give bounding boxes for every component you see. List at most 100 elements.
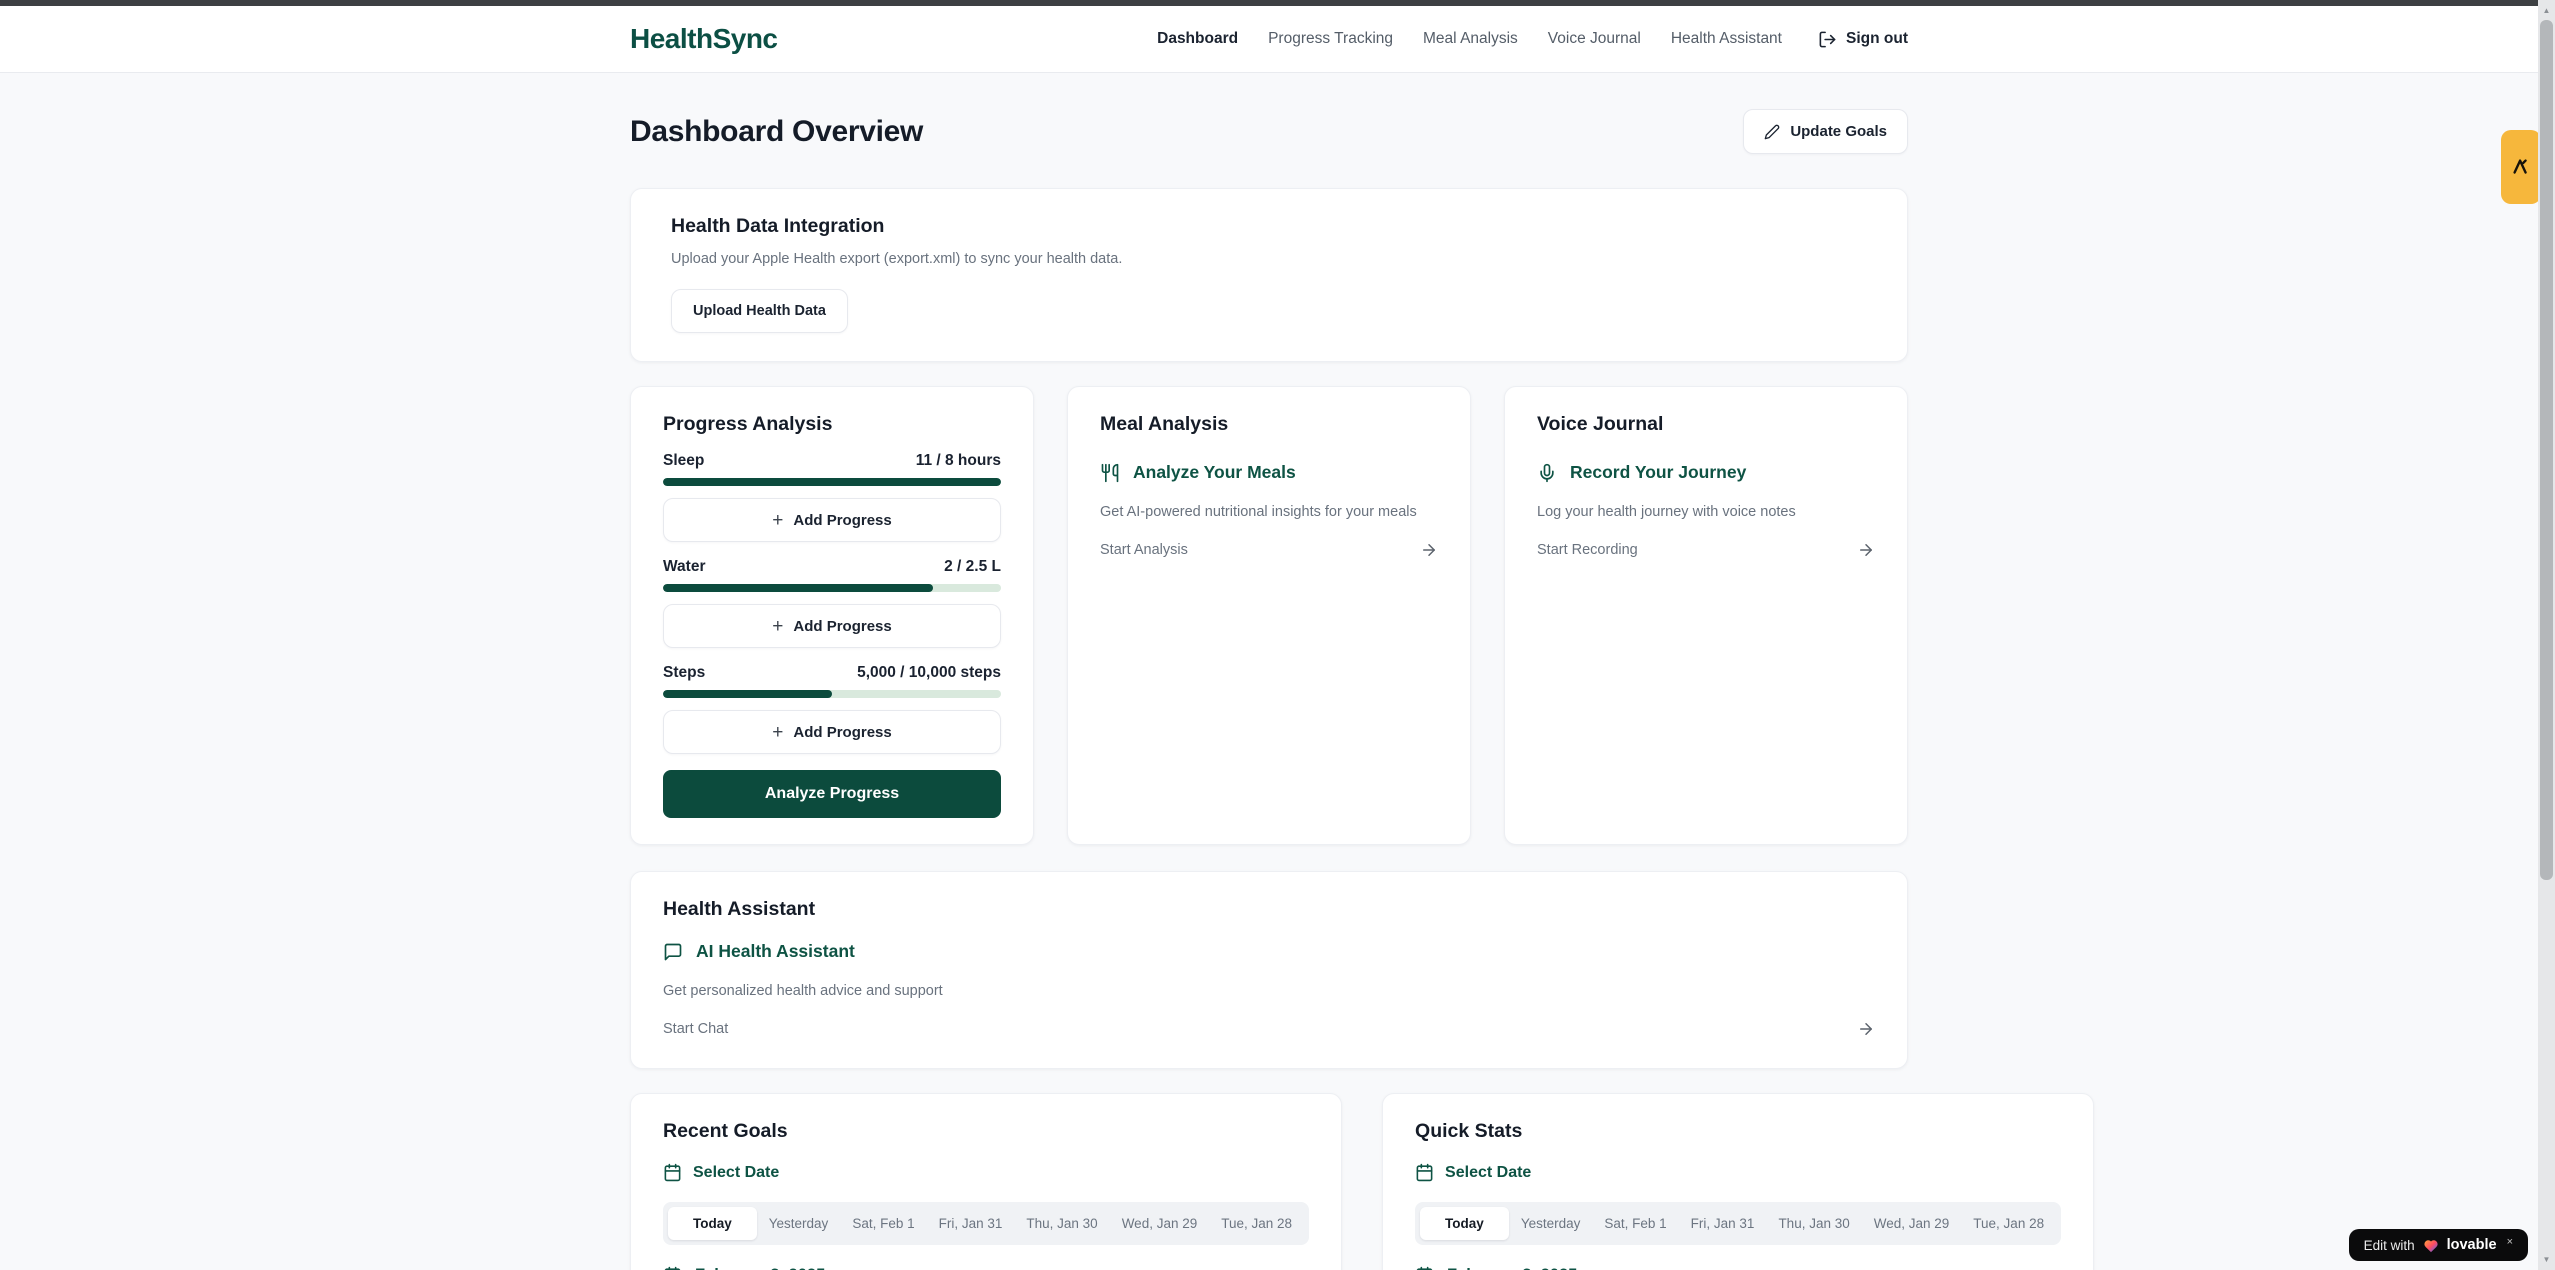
start-analysis-label: Start Analysis <box>1100 542 1188 558</box>
analyze-your-meals-link[interactable]: Analyze Your Meals <box>1100 462 1438 483</box>
voice-description: Log your health journey with voice notes <box>1537 504 1875 520</box>
date-tab-today[interactable]: Today <box>1420 1207 1509 1240</box>
goal-steps: Steps 5,000 / 10,000 steps + Add Progres… <box>663 664 1001 754</box>
date-tab-wed-jan-29[interactable]: Wed, Jan 29 <box>1862 1207 1962 1240</box>
add-progress-label: Add Progress <box>793 512 891 529</box>
date-tab-wed-jan-29[interactable]: Wed, Jan 29 <box>1110 1207 1210 1240</box>
analyze-progress-button[interactable]: Analyze Progress <box>663 770 1001 818</box>
page-title: Dashboard Overview <box>630 115 923 149</box>
start-recording-label: Start Recording <box>1537 542 1638 558</box>
heart-gradient-icon <box>2423 1238 2439 1253</box>
vertical-scrollbar[interactable]: ▲ ▼ <box>2538 0 2555 1270</box>
scrollbar-up-arrow[interactable]: ▲ <box>2538 2 2555 19</box>
plus-icon: + <box>772 511 783 530</box>
add-progress-sleep-button[interactable]: + Add Progress <box>663 498 1001 542</box>
voice-journal-card: Voice Journal Record Your Journey Log yo… <box>1504 386 1908 845</box>
ai-health-assistant-link[interactable]: AI Health Assistant <box>663 941 1875 962</box>
goal-sleep-progressbar <box>663 478 1001 486</box>
date-tab-sat-feb-1[interactable]: Sat, Feb 1 <box>1592 1207 1678 1240</box>
progress-analysis-card: Progress Analysis Sleep 11 / 8 hours + A… <box>630 386 1034 845</box>
calendar-icon <box>663 1266 682 1270</box>
goal-sleep: Sleep 11 / 8 hours + Add Progress <box>663 452 1001 542</box>
calendar-icon <box>1415 1163 1434 1182</box>
scrollbar-down-arrow[interactable]: ▼ <box>2538 1251 2555 1268</box>
date-tab-thu-jan-30[interactable]: Thu, Jan 30 <box>1766 1207 1861 1240</box>
voice-title: Voice Journal <box>1537 413 1875 436</box>
goal-water-value: 2 / 2.5 L <box>944 558 1001 576</box>
floating-widget-button[interactable] <box>2501 130 2541 204</box>
record-your-journey-link[interactable]: Record Your Journey <box>1537 462 1875 483</box>
plus-icon: + <box>772 723 783 742</box>
current-date-label: February 3, 2025 <box>695 1266 825 1270</box>
add-progress-water-button[interactable]: + Add Progress <box>663 604 1001 648</box>
goal-sleep-value: 11 / 8 hours <box>916 452 1001 470</box>
goal-water-progressbar <box>663 584 1001 592</box>
recent-goals-card: Recent Goals Select Date Today Yesterday <box>630 1093 1342 1270</box>
add-progress-label: Add Progress <box>793 618 891 635</box>
calendar-icon <box>1415 1266 1434 1270</box>
start-chat-label: Start Chat <box>663 1021 728 1037</box>
analyze-your-meals-label: Analyze Your Meals <box>1133 462 1296 483</box>
quick-stats-date-tabs: Today Yesterday Sat, Feb 1 Fri, Jan 31 T… <box>1415 1202 2061 1245</box>
select-date-label: Select Date <box>693 1164 779 1182</box>
quick-stats-card: Quick Stats Select Date Today Yesterday <box>1382 1093 2094 1270</box>
recent-goals-current-date[interactable]: February 3, 2025 <box>663 1266 1309 1270</box>
goal-water: Water 2 / 2.5 L + Add Progress <box>663 558 1001 648</box>
arrow-right-icon <box>1420 541 1438 559</box>
edit-with-lovable-badge[interactable]: Edit with lovable × <box>2349 1229 2528 1261</box>
start-chat-action[interactable]: Start Chat <box>663 1020 1875 1038</box>
sign-out-button[interactable]: Sign out <box>1818 30 1908 49</box>
lovable-mark-icon <box>2510 156 2532 178</box>
select-date-label: Select Date <box>1445 1164 1531 1182</box>
record-your-journey-label: Record Your Journey <box>1570 462 1746 483</box>
pencil-icon <box>1764 124 1780 140</box>
recent-goals-select-date[interactable]: Select Date <box>663 1163 1309 1182</box>
arrow-right-icon <box>1857 1020 1875 1038</box>
brand-logo: HealthSync <box>630 23 778 55</box>
update-goals-button[interactable]: Update Goals <box>1743 109 1908 154</box>
quick-stats-current-date[interactable]: February 3, 2025 <box>1415 1266 2061 1270</box>
plus-icon: + <box>772 617 783 636</box>
date-tab-yesterday[interactable]: Yesterday <box>1509 1207 1593 1240</box>
quick-stats-select-date[interactable]: Select Date <box>1415 1163 2061 1182</box>
update-goals-label: Update Goals <box>1790 123 1887 140</box>
upload-health-data-button[interactable]: Upload Health Data <box>671 289 848 333</box>
recent-goals-title: Recent Goals <box>663 1120 1309 1143</box>
microphone-icon <box>1537 463 1557 483</box>
chat-bubble-icon <box>663 942 683 962</box>
date-tab-thu-jan-30[interactable]: Thu, Jan 30 <box>1014 1207 1109 1240</box>
start-analysis-action[interactable]: Start Analysis <box>1100 541 1438 559</box>
date-tab-fri-jan-31[interactable]: Fri, Jan 31 <box>1679 1207 1767 1240</box>
app-header: HealthSync Dashboard Progress Tracking M… <box>0 6 2538 73</box>
date-tab-tue-jan-28[interactable]: Tue, Jan 28 <box>1209 1207 1304 1240</box>
nav-item-health-assistant[interactable]: Health Assistant <box>1671 30 1782 48</box>
nav-item-dashboard[interactable]: Dashboard <box>1157 30 1238 48</box>
start-recording-action[interactable]: Start Recording <box>1537 541 1875 559</box>
goal-steps-progressbar <box>663 690 1001 698</box>
goal-water-label: Water <box>663 558 706 576</box>
goal-steps-value: 5,000 / 10,000 steps <box>857 664 1001 682</box>
date-tab-yesterday[interactable]: Yesterday <box>757 1207 841 1240</box>
meal-analysis-card: Meal Analysis Analyze Your Meals Get AI-… <box>1067 386 1471 845</box>
date-tab-fri-jan-31[interactable]: Fri, Jan 31 <box>927 1207 1015 1240</box>
goal-water-progress-fill <box>663 584 933 592</box>
progress-title: Progress Analysis <box>663 413 1001 436</box>
recent-goals-date-tabs: Today Yesterday Sat, Feb 1 Fri, Jan 31 T… <box>663 1202 1309 1245</box>
viewport: HealthSync Dashboard Progress Tracking M… <box>0 6 2538 1270</box>
nav-item-voice-journal[interactable]: Voice Journal <box>1548 30 1641 48</box>
nav-item-meal-analysis[interactable]: Meal Analysis <box>1423 30 1518 48</box>
health-data-integration-card: Health Data Integration Upload your Appl… <box>630 188 1908 362</box>
date-tab-sat-feb-1[interactable]: Sat, Feb 1 <box>840 1207 926 1240</box>
scrollbar-thumb[interactable] <box>2540 20 2553 880</box>
lovable-brand-label: lovable <box>2447 1237 2497 1253</box>
integration-title: Health Data Integration <box>671 215 1867 238</box>
add-progress-steps-button[interactable]: + Add Progress <box>663 710 1001 754</box>
edit-with-label: Edit with <box>2364 1238 2415 1253</box>
close-icon[interactable]: × <box>2507 1237 2513 1248</box>
date-tab-today[interactable]: Today <box>668 1207 757 1240</box>
sign-out-label: Sign out <box>1846 30 1908 48</box>
calendar-icon <box>663 1163 682 1182</box>
nav-item-progress-tracking[interactable]: Progress Tracking <box>1268 30 1393 48</box>
date-tab-tue-jan-28[interactable]: Tue, Jan 28 <box>1961 1207 2056 1240</box>
quick-stats-title: Quick Stats <box>1415 1120 2061 1143</box>
